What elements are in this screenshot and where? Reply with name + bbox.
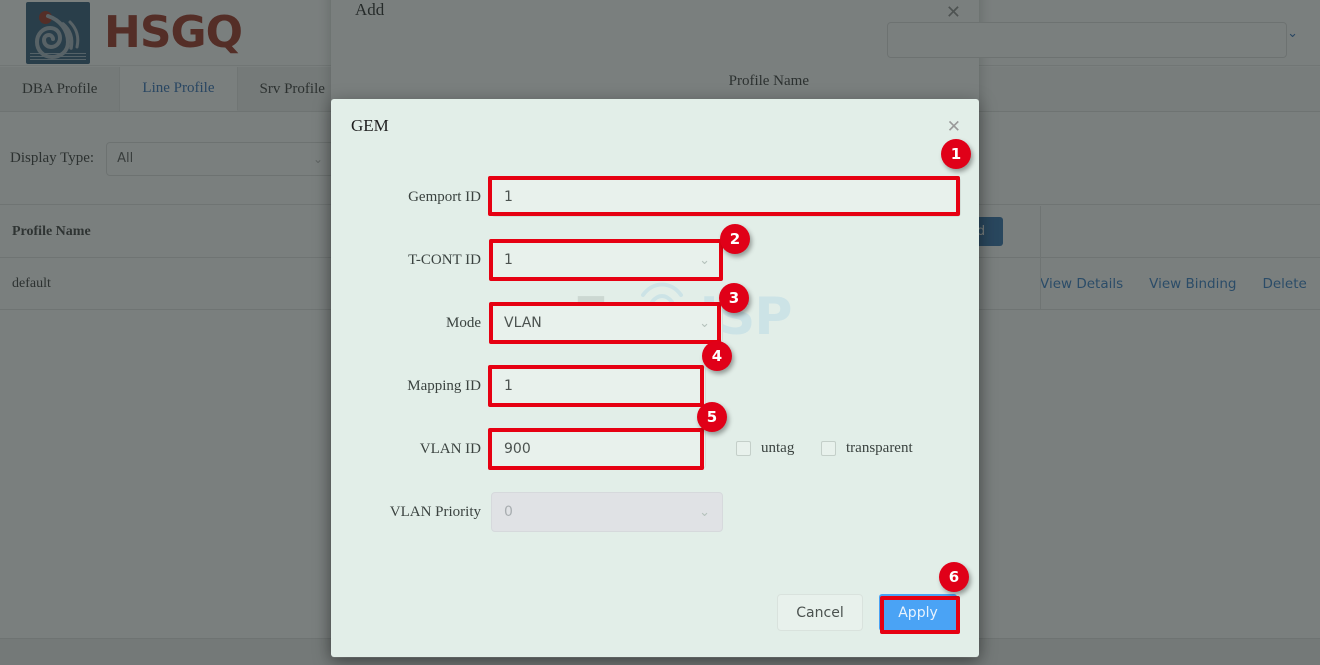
annotation-badge-5: 5 — [697, 402, 727, 432]
field-row-mapping-id: Mapping ID 1 — [331, 366, 979, 406]
annotation-badge-1: 1 — [941, 139, 971, 169]
gemport-id-value: 1 — [504, 189, 513, 205]
vlan-id-label: VLAN ID — [371, 429, 481, 469]
mapping-id-value: 1 — [504, 378, 513, 394]
vlan-id-value: 900 — [504, 441, 531, 457]
mode-select[interactable]: VLAN ⌄ — [491, 303, 723, 343]
vlan-priority-label: VLAN Priority — [359, 492, 481, 532]
gem-dialog: GEM ✕ ForoISP Gemport ID 1 T-CONT ID 1 ⌄ — [331, 99, 979, 657]
field-row-mode: Mode VLAN ⌄ — [331, 303, 979, 343]
checkbox-icon — [821, 441, 836, 456]
tcont-id-select[interactable]: 1 ⌄ — [491, 240, 723, 280]
field-row-vlan-priority: VLAN Priority 0 ⌄ — [331, 492, 979, 532]
tcont-id-value: 1 — [504, 252, 513, 268]
mode-value: VLAN — [504, 315, 542, 331]
chevron-down-icon: ⌄ — [699, 253, 710, 268]
gem-dialog-actions: Cancel Apply — [777, 594, 957, 631]
gemport-id-input[interactable]: 1 — [491, 177, 961, 217]
mapping-id-label: Mapping ID — [371, 366, 481, 406]
vlan-priority-value: 0 — [504, 504, 513, 520]
apply-button[interactable]: Apply — [879, 594, 957, 631]
close-icon[interactable]: ✕ — [947, 117, 961, 137]
mapping-id-input[interactable]: 1 — [491, 366, 706, 406]
field-row-vlan-id: VLAN ID 900 untag transparent — [331, 429, 979, 469]
untag-checkbox[interactable]: untag — [736, 440, 794, 457]
chevron-down-icon: ⌄ — [699, 505, 710, 520]
annotation-badge-3: 3 — [719, 283, 749, 313]
transparent-checkbox[interactable]: transparent — [821, 440, 913, 457]
untag-label: untag — [761, 440, 794, 457]
chevron-down-icon: ⌄ — [699, 316, 710, 331]
tcont-id-label: T-CONT ID — [371, 240, 481, 280]
gem-dialog-title: GEM — [351, 116, 389, 136]
field-row-gemport-id: Gemport ID 1 — [331, 177, 979, 217]
annotation-badge-4: 4 — [702, 341, 732, 371]
annotation-badge-2: 2 — [720, 224, 750, 254]
field-row-tcont-id: T-CONT ID 1 ⌄ — [331, 240, 979, 280]
vlan-priority-select[interactable]: 0 ⌄ — [491, 492, 723, 532]
transparent-label: transparent — [846, 440, 913, 457]
gemport-id-label: Gemport ID — [371, 177, 481, 217]
annotation-badge-6: 6 — [939, 562, 969, 592]
cancel-button[interactable]: Cancel — [777, 594, 863, 631]
checkbox-icon — [736, 441, 751, 456]
mode-label: Mode — [371, 303, 481, 343]
vlan-id-input[interactable]: 900 — [491, 429, 706, 469]
